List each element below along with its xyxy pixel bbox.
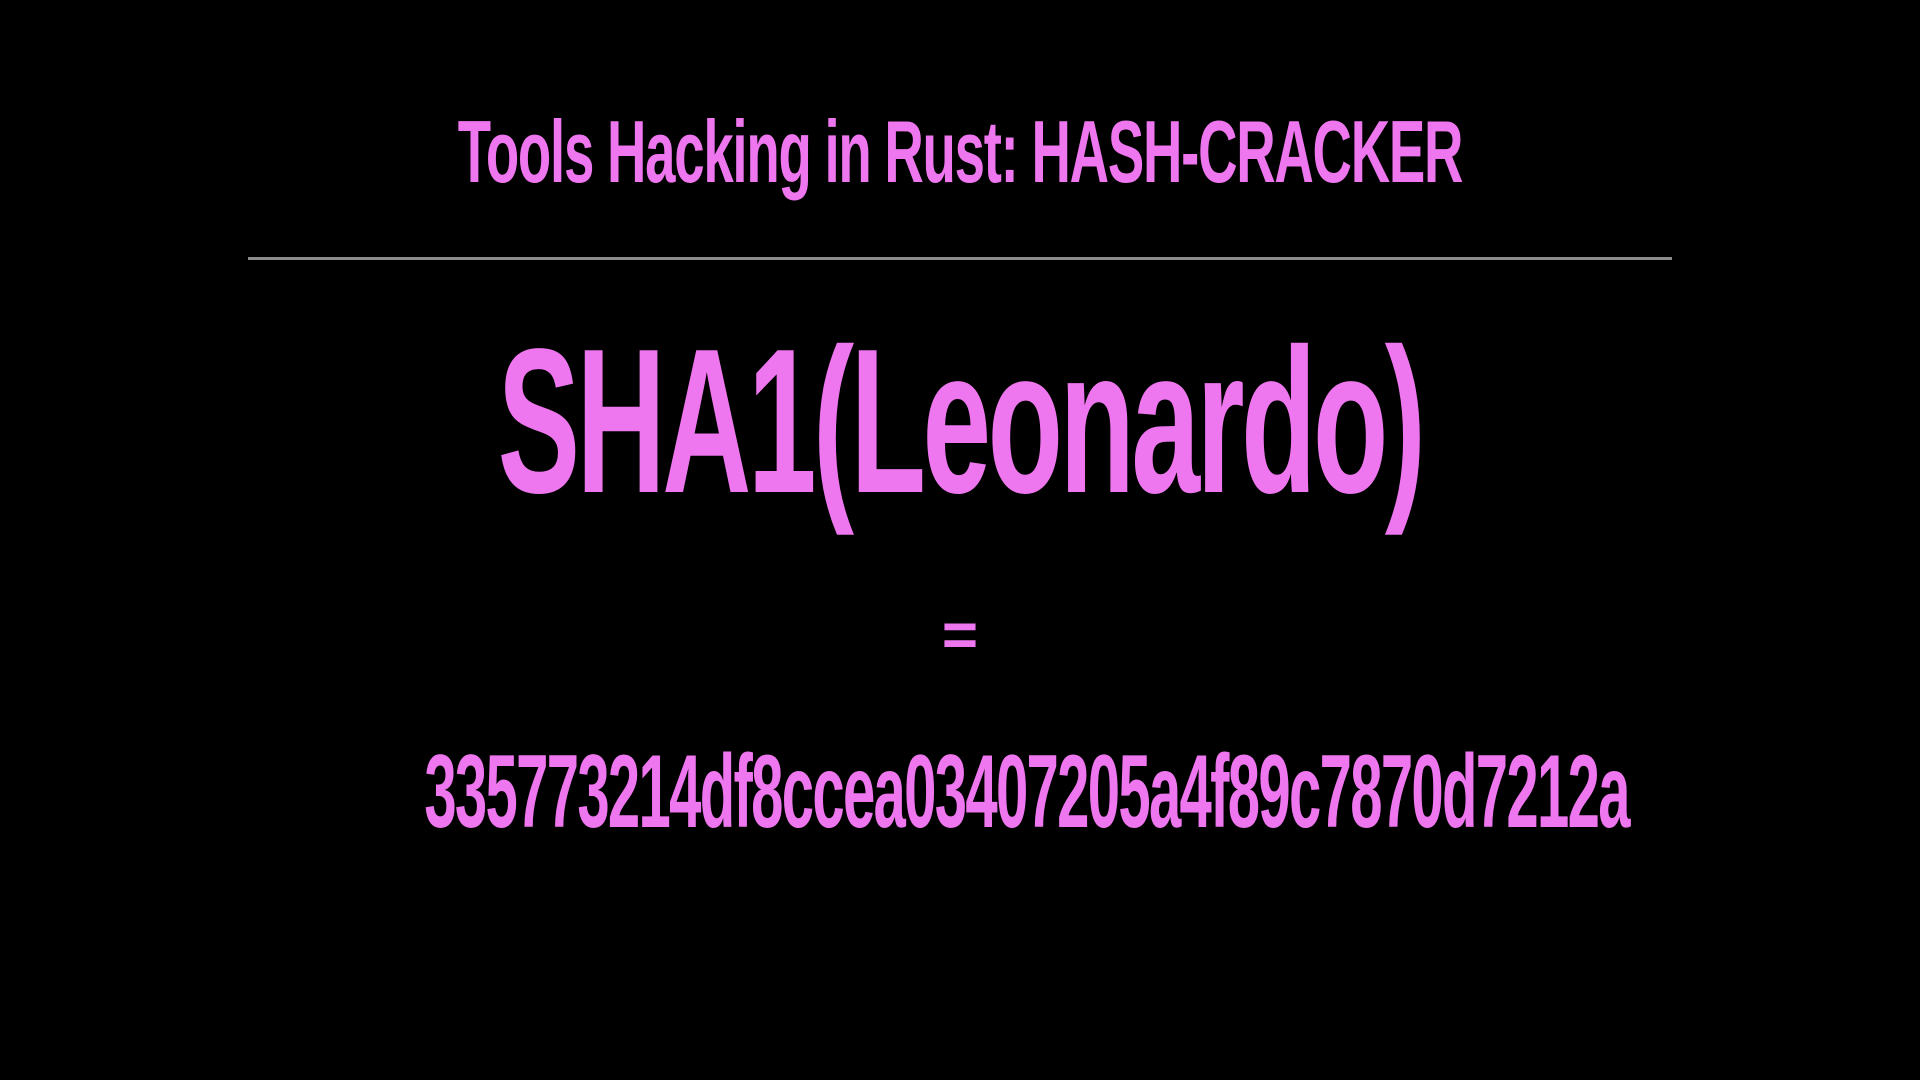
hash-value: 335773214df8ccea03407205a4f89c7870d7212a <box>424 734 1630 850</box>
slide-title: Tools Hacking in Rust: HASH-CRACKER <box>457 102 1464 201</box>
hash-expression: SHA1(Leonardo) <box>497 306 1426 536</box>
title-divider <box>248 257 1672 260</box>
slide: Tools Hacking in Rust: HASH-CRACKER SHA1… <box>0 0 1920 1080</box>
equals-sign: = <box>941 601 979 670</box>
